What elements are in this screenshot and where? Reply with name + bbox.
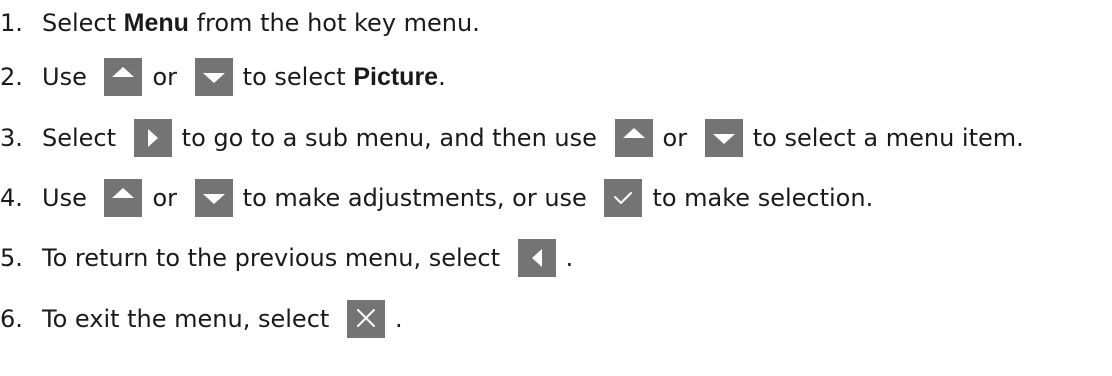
step-number: 4. xyxy=(0,184,23,212)
step-text: Select xyxy=(42,124,124,152)
arrow-down-icon xyxy=(704,119,743,157)
arrow-up-icon xyxy=(614,119,653,157)
step-number: 6. xyxy=(0,305,23,333)
instruction-step: 3. Select to go to a sub menu, and then u… xyxy=(0,116,1024,160)
step-text: To exit the menu, select xyxy=(42,305,337,333)
step-text: . xyxy=(565,244,574,272)
step-text: To return to the previous menu, select xyxy=(42,244,508,272)
step-text: to go to a sub menu, and then use xyxy=(181,124,605,152)
step-number: 1. xyxy=(0,9,23,37)
step-text: or xyxy=(152,184,185,212)
step-text: or xyxy=(662,124,695,152)
step-text: Use xyxy=(42,184,95,212)
step-text: from the hot key menu. xyxy=(188,9,480,37)
arrow-down-icon xyxy=(194,58,233,96)
step-text: Use xyxy=(42,63,95,91)
close-icon xyxy=(346,300,385,338)
arrow-up-icon xyxy=(104,179,143,217)
instruction-step: 1. Select Menu from the hot key menu. xyxy=(0,1,480,45)
instruction-step: 4. Use or to make adjustments, or use to … xyxy=(0,176,873,220)
arrow-down-icon xyxy=(194,179,233,217)
step-text: Select xyxy=(42,9,124,37)
checkmark-icon xyxy=(604,179,643,217)
arrow-up-icon xyxy=(104,58,143,96)
emphasized-term: Picture xyxy=(353,62,439,91)
step-text: to make adjustments, or use xyxy=(242,184,595,212)
step-text: to select xyxy=(242,63,354,91)
arrow-left-icon xyxy=(517,239,556,277)
step-text: to select a menu item. xyxy=(752,124,1024,152)
step-number: 5. xyxy=(0,244,23,272)
emphasized-term: Menu xyxy=(123,8,189,37)
instruction-step: 5. To return to the previous menu, select… xyxy=(0,236,573,280)
instruction-step: 2. Use or to select Picture. xyxy=(0,55,446,99)
instruction-list: 1. Select Menu from the hot key menu. 2. Us… xyxy=(0,0,1112,376)
arrow-right-icon xyxy=(133,119,172,157)
step-number: 3. xyxy=(0,124,23,152)
step-text: . xyxy=(394,305,403,333)
step-text: to make selection. xyxy=(652,184,874,212)
step-number: 2. xyxy=(0,63,23,91)
step-text: or xyxy=(152,63,185,91)
step-text: . xyxy=(438,63,446,91)
instruction-step: 6. To exit the menu, select . xyxy=(0,297,403,341)
